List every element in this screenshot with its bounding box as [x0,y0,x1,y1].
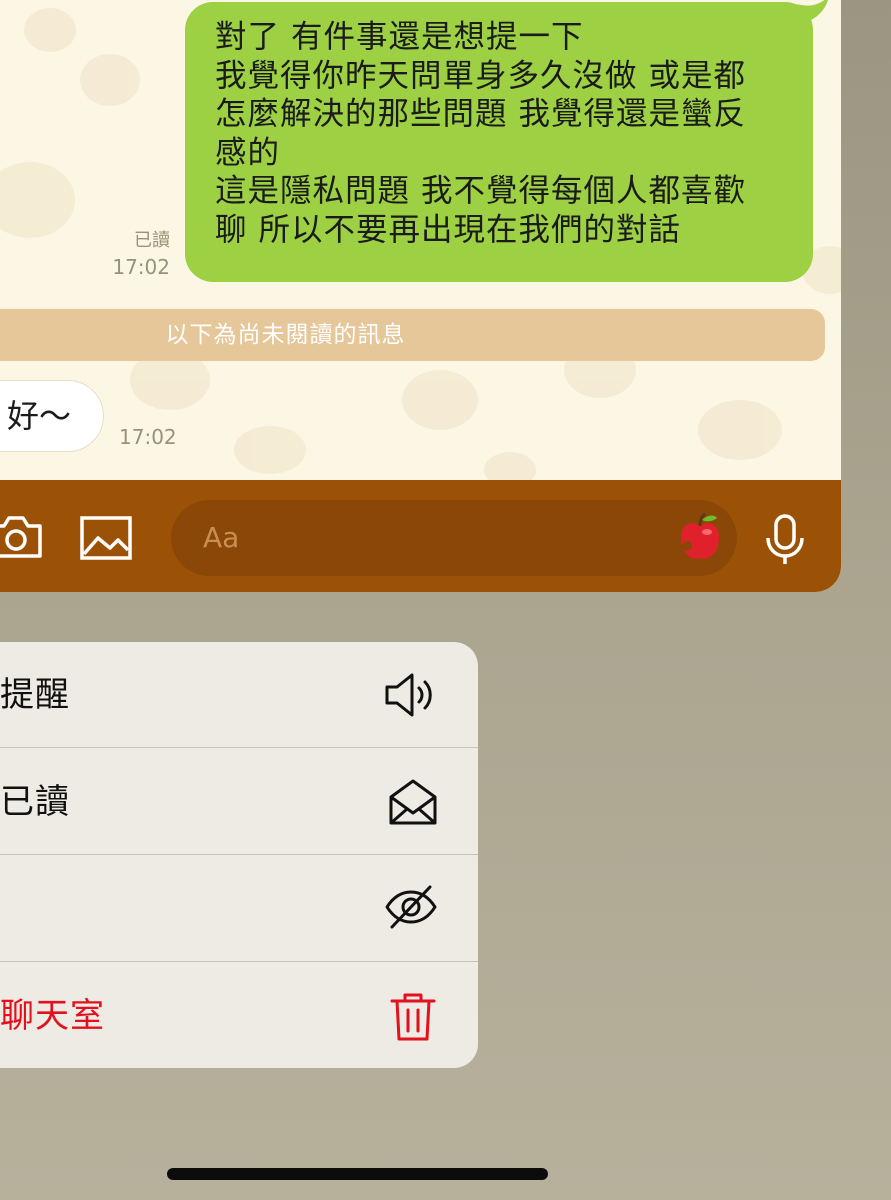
sent-message-line: 聊 所以不要再出現在我們的對話 [215,211,682,248]
menu-item-label: 已讀 [0,782,70,822]
unread-divider: 以下為尚未閱讀的訊息 [0,309,825,361]
message-input-placeholder: Aa [203,521,240,554]
sent-message-line: 這是隱私問題 我不覺得每個人都喜歡 [215,173,747,209]
sent-message-bubble[interactable]: 對了 有件事還是想提一下 我覺得你昨天問單身多久沒做 或是都 怎麼解決的那些問題… [185,2,813,282]
sent-message-line: 感的 [215,134,281,171]
message-input[interactable]: Aa [171,500,737,576]
open-envelope-icon [389,779,437,825]
sent-message-line: 怎麼解決的那些問題 我覺得還是蠻反 [215,96,747,132]
received-message-bubble[interactable]: 好～ [0,380,104,452]
eye-slash-icon [385,885,437,929]
camera-icon[interactable] [0,512,44,560]
menu-item-mark-read[interactable]: 已讀 [0,749,478,855]
menu-item-delete-chat[interactable]: 聊天室 [0,963,478,1068]
message-input-bar: Aa [0,480,841,592]
menu-item-notification[interactable]: 提醒 [0,642,478,748]
unread-divider-label: 以下為尚未閱讀的訊息 [165,322,406,348]
received-timestamp: 17:02 [119,425,177,449]
microphone-icon[interactable] [765,514,805,566]
trash-icon [390,993,436,1041]
image-icon[interactable] [80,516,132,560]
speaker-icon [385,673,432,717]
read-label: 已讀 [134,230,170,251]
context-menu: 提醒 已讀 聊天室 [0,642,478,1068]
menu-item-hide[interactable] [0,856,478,962]
read-receipt: 已讀 17:02 [100,228,170,280]
apple-sticker-icon[interactable] [677,512,723,564]
sent-message-line: 對了 有件事還是想提一下 [215,19,584,55]
chat-preview: 對了 有件事還是想提一下 我覺得你昨天問單身多久沒做 或是都 怎麼解決的那些問題… [0,0,841,592]
sent-timestamp: 17:02 [112,255,170,279]
menu-item-label: 提醒 [0,675,70,715]
menu-item-label: 聊天室 [0,996,105,1036]
home-indicator[interactable] [167,1168,548,1180]
sent-message-line: 我覺得你昨天問單身多久沒做 或是都 [215,57,747,94]
